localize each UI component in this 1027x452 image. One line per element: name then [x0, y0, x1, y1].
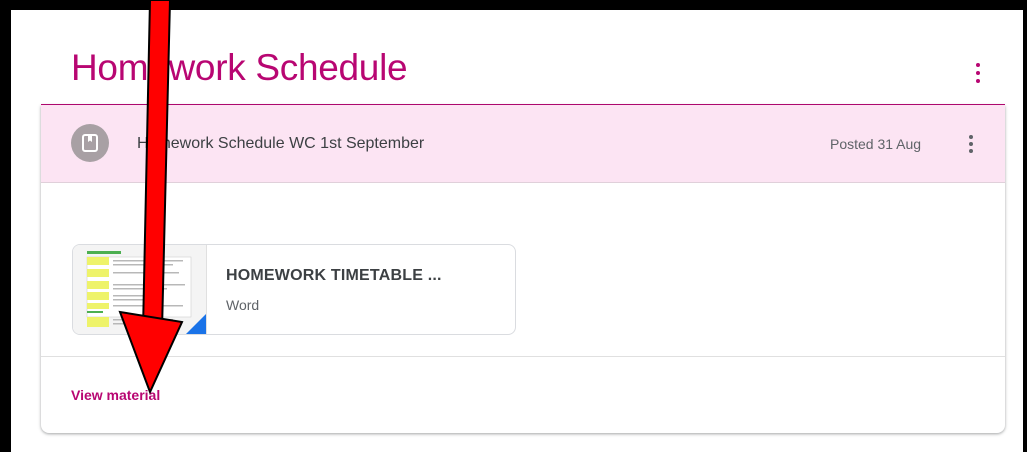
menu-dot — [976, 79, 980, 83]
material-card: Homework Schedule WC 1st September Poste… — [41, 105, 1005, 433]
attachment-title[interactable]: HOMEWORK TIMETABLE ... — [226, 267, 442, 285]
card-footer-divider — [41, 356, 1005, 357]
topic-more-menu-icon[interactable] — [966, 58, 990, 88]
menu-dot — [969, 149, 973, 153]
view-material-link[interactable]: View material — [71, 387, 160, 403]
topic-title: Homework Schedule — [71, 47, 408, 88]
menu-dot — [976, 71, 980, 75]
attachment-type: Word — [226, 297, 260, 313]
material-title[interactable]: Homework Schedule WC 1st September — [137, 135, 424, 153]
material-more-menu-icon[interactable] — [961, 131, 981, 157]
book-icon — [71, 124, 109, 162]
word-file-icon — [186, 314, 206, 334]
posted-date: Posted 31 Aug — [830, 136, 922, 152]
material-header[interactable]: Homework Schedule WC 1st September Poste… — [41, 105, 1005, 183]
menu-dot — [976, 63, 980, 67]
menu-dot — [969, 135, 973, 139]
attachment-card[interactable]: HOMEWORK TIMETABLE ... Word — [72, 244, 516, 335]
menu-dot — [969, 142, 973, 146]
